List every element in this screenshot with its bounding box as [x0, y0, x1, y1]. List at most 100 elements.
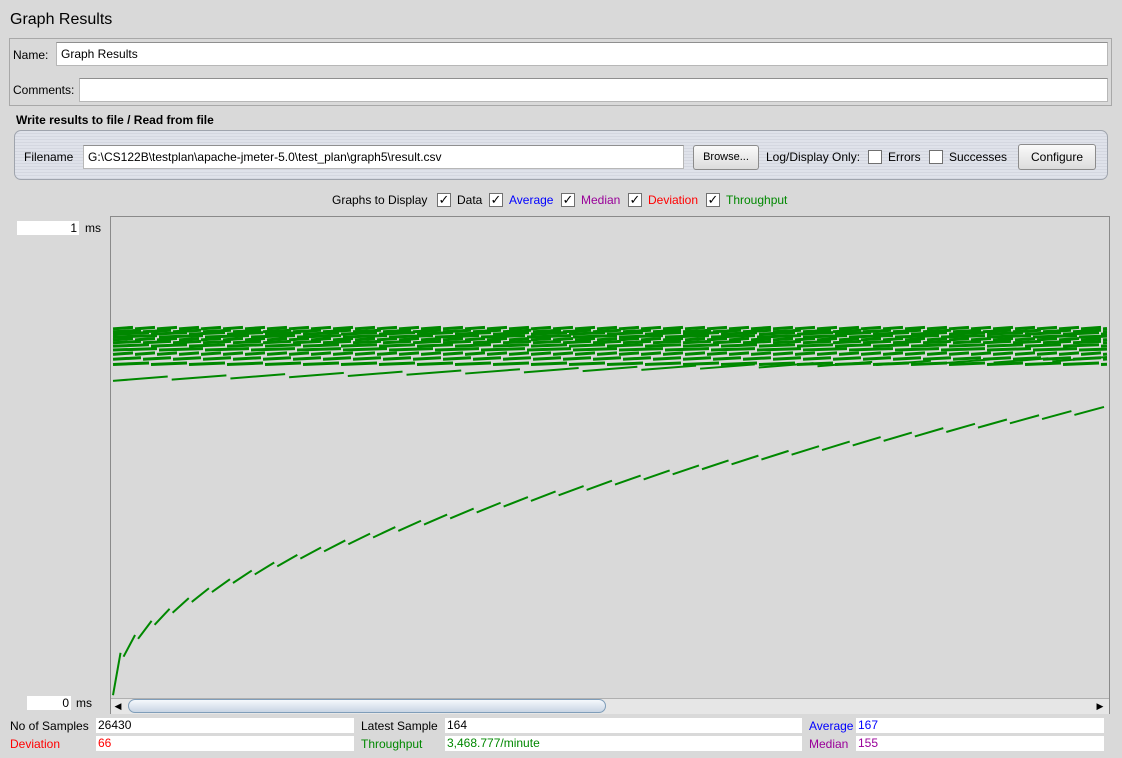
throughput-segment: [486, 336, 508, 342]
throughput-stat-label: Throughput: [361, 737, 423, 751]
throughput-segment: [1036, 351, 1058, 356]
throughput-segment: [340, 361, 378, 366]
throughput-segment: [454, 331, 492, 336]
throughput-segment: [712, 356, 742, 361]
throughput-segment: [644, 361, 682, 366]
throughput-segment: [1062, 361, 1100, 366]
throughput-segment: [862, 356, 892, 361]
throughput-segment: [568, 343, 606, 348]
throughput-segment: [530, 325, 552, 331]
throughput-segment: [862, 339, 892, 345]
throughput-segment: [530, 336, 552, 342]
throughput-segment: [592, 339, 622, 345]
throughput-checkbox[interactable]: ✓: [706, 193, 720, 207]
throughput-segment: [838, 351, 860, 356]
throughput-segment: [710, 334, 756, 339]
throughput-segment: [756, 334, 802, 339]
throughput-segment: [372, 526, 396, 539]
throughput-segment: [158, 334, 204, 339]
throughput-segment: [832, 328, 862, 334]
throughput-segment: [472, 356, 502, 361]
throughput-segment: [664, 334, 710, 339]
throughput-segment: [982, 328, 1012, 334]
throughput-segment: [354, 336, 376, 342]
log-display-only-label: Log/Display Only:: [766, 150, 861, 164]
throughput-segment: [838, 325, 860, 331]
comments-field[interactable]: [79, 78, 1108, 102]
throughput-segment: [150, 343, 188, 348]
throughput-segment: [986, 347, 1032, 352]
throughput-segment: [502, 356, 532, 361]
throughput-segment: [772, 328, 802, 334]
throughput-segment: [480, 334, 526, 339]
throughput-label: Throughput: [726, 193, 788, 207]
throughput-segment: [1042, 339, 1072, 345]
throughput-segment: [970, 325, 992, 331]
throughput-segment: [640, 325, 662, 331]
throughput-segment: [156, 351, 178, 356]
throughput-segment: [530, 331, 568, 336]
throughput-segment: [992, 351, 1014, 356]
throughput-segment: [416, 361, 454, 366]
throughput-segment: [254, 561, 275, 576]
throughput-segment: [640, 336, 662, 342]
throughput-segment: [872, 331, 910, 336]
throughput-segment: [910, 343, 948, 348]
throughput-segment: [662, 325, 684, 331]
throughput-segment: [894, 347, 940, 352]
throughput-segment: [1062, 343, 1100, 348]
throughput-segment: [134, 325, 156, 331]
throughput-segment: [821, 440, 850, 452]
throughput-segment: [202, 356, 232, 361]
errors-checkbox[interactable]: [868, 150, 882, 164]
throughput-segment: [758, 343, 796, 348]
throughput-segment: [412, 328, 442, 334]
throughput-segment: [398, 351, 420, 356]
throughput-segment: [178, 336, 200, 342]
average-stat-value: 167: [856, 718, 1104, 733]
throughput-segment: [761, 449, 789, 461]
throughput-segment: [904, 325, 926, 331]
throughput-segment: [322, 339, 352, 345]
throughput-segment: [200, 336, 222, 342]
throughput-segment: [112, 356, 142, 361]
throughput-segment: [712, 339, 742, 345]
throughput-segment: [952, 339, 982, 345]
throughput-segment: [992, 325, 1014, 331]
throughput-segment: [582, 365, 638, 373]
throughput-segment: [1014, 325, 1036, 331]
y-axis-max: 1: [17, 221, 79, 235]
throughput-segment: [684, 351, 706, 356]
deviation-checkbox[interactable]: ✓: [628, 193, 642, 207]
name-label: Name:: [13, 48, 49, 62]
data-checkbox[interactable]: ✓: [437, 193, 451, 207]
median-checkbox[interactable]: ✓: [561, 193, 575, 207]
throughput-segment: [332, 351, 354, 356]
scrollbar-thumb[interactable]: [128, 699, 606, 713]
throughput-segment: [266, 336, 288, 342]
throughput-segment: [742, 328, 772, 334]
throughput-segment: [302, 331, 340, 336]
throughput-segment: [476, 501, 501, 514]
successes-checkbox[interactable]: [929, 150, 943, 164]
throughput-segment: [614, 474, 641, 486]
throughput-segment: [948, 336, 970, 342]
deviation-stat-value: 66: [96, 736, 354, 751]
average-checkbox[interactable]: ✓: [489, 193, 503, 207]
throughput-segment: [112, 652, 122, 696]
throughput-segment: [970, 336, 992, 342]
name-field[interactable]: Graph Results: [56, 42, 1108, 66]
throughput-segment: [465, 368, 521, 375]
throughput-segment: [816, 325, 838, 331]
throughput-segment: [420, 351, 442, 356]
throughput-segment: [200, 325, 222, 331]
throughput-segment: [1074, 405, 1105, 416]
filename-field[interactable]: G:\CS122B\testplan\apache-jmeter-5.0\tes…: [83, 145, 684, 169]
scroll-left-icon[interactable]: ◀: [112, 700, 124, 712]
throughput-segment: [492, 331, 530, 336]
scroll-right-icon[interactable]: ▶: [1094, 700, 1106, 712]
configure-button[interactable]: Configure: [1018, 144, 1096, 170]
throughput-segment: [1012, 339, 1042, 345]
browse-button[interactable]: Browse...: [693, 145, 759, 170]
throughput-segment: [454, 343, 492, 348]
